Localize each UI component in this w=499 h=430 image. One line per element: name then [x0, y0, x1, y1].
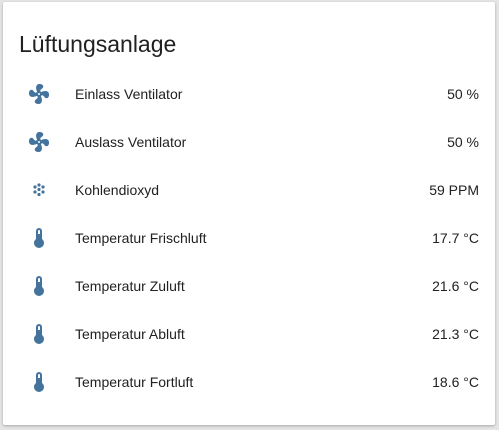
entity-name: Temperatur Zuluft	[75, 278, 185, 294]
thermometer-icon	[27, 322, 51, 346]
entity-name: Einlass Ventilator	[75, 86, 183, 102]
entity-state: 50 %	[447, 134, 479, 150]
entity-name: Temperatur Abluft	[75, 326, 185, 342]
entity-row-temperatur-zuluft[interactable]: Temperatur Zuluft 21.6 °C	[3, 262, 495, 310]
thermometer-icon	[27, 226, 51, 250]
fan-icon	[27, 82, 51, 106]
entity-state: 17.7 °C	[432, 230, 479, 246]
entity-row-temperatur-fortluft[interactable]: Temperatur Fortluft 18.6 °C	[3, 358, 495, 406]
entity-state: 50 %	[447, 86, 479, 102]
entity-name: Temperatur Frischluft	[75, 230, 207, 246]
thermometer-icon	[27, 370, 51, 394]
entity-row-einlass-ventilator[interactable]: Einlass Ventilator 50 %	[3, 70, 495, 118]
fan-icon	[27, 130, 51, 154]
entities-card: Lüftungsanlage Einlass Ventilator 50 % A…	[3, 2, 495, 425]
entity-row-kohlendioxyd[interactable]: Kohlendioxyd 59 PPM	[3, 166, 495, 214]
entity-name: Auslass Ventilator	[75, 134, 187, 150]
molecule-co2-icon	[27, 178, 51, 202]
entity-state: 59 PPM	[429, 182, 479, 198]
thermometer-icon	[27, 274, 51, 298]
entity-row-temperatur-frischluft[interactable]: Temperatur Frischluft 17.7 °C	[3, 214, 495, 262]
card-title: Lüftungsanlage	[19, 31, 177, 57]
entity-state: 18.6 °C	[432, 374, 479, 390]
entity-state: 21.6 °C	[432, 278, 479, 294]
entity-list: Einlass Ventilator 50 % Auslass Ventilat…	[3, 70, 495, 406]
entity-name: Kohlendioxyd	[75, 182, 160, 198]
entity-name: Temperatur Fortluft	[75, 374, 194, 390]
entity-state: 21.3 °C	[432, 326, 479, 342]
entity-row-auslass-ventilator[interactable]: Auslass Ventilator 50 %	[3, 118, 495, 166]
entity-row-temperatur-abluft[interactable]: Temperatur Abluft 21.3 °C	[3, 310, 495, 358]
